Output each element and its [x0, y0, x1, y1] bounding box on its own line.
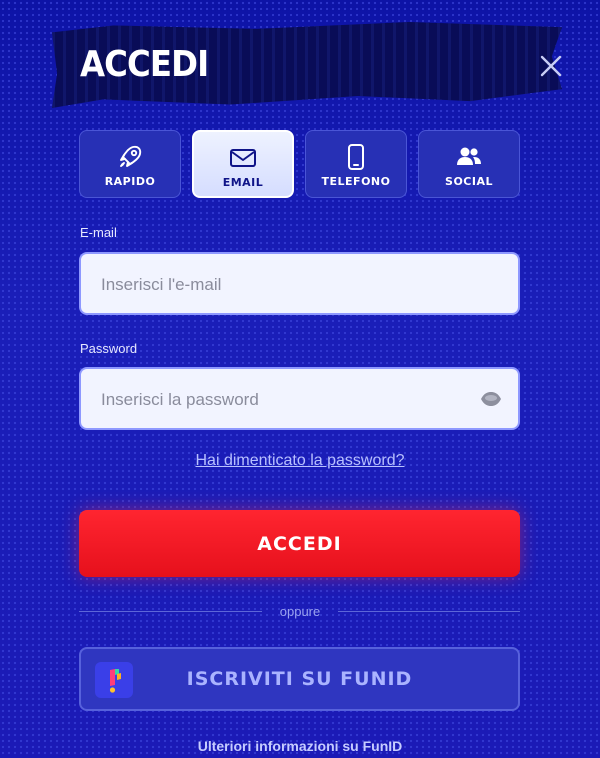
funid-more-info-link[interactable]: Ulteriori informazioni su FunID	[0, 738, 600, 754]
funid-signup-button[interactable]: ISCRIVITI SU FUNID	[79, 647, 520, 711]
email-label: E-mail	[80, 225, 117, 240]
tab-label: SOCIAL	[445, 175, 493, 188]
close-button[interactable]	[538, 53, 564, 79]
email-field-container	[79, 252, 520, 315]
forgot-password-link[interactable]: Hai dimenticato la password?	[196, 452, 405, 469]
funid-signup-label: ISCRIVITI SU FUNID	[186, 668, 413, 690]
tab-telefono[interactable]: TELEFONO	[305, 130, 407, 198]
tab-email[interactable]: EMAIL	[192, 130, 294, 198]
envelope-icon	[229, 144, 257, 172]
page-title: ACCEDI	[80, 44, 209, 85]
close-icon	[540, 55, 562, 77]
login-submit-label: ACCEDI	[257, 533, 342, 555]
password-label: Password	[80, 341, 138, 356]
password-field-container	[79, 367, 520, 430]
phone-icon	[342, 143, 370, 171]
password-input[interactable]	[99, 369, 473, 430]
email-input[interactable]	[99, 254, 473, 315]
eye-icon	[481, 392, 501, 406]
divider-line-right	[338, 611, 520, 612]
tab-label: EMAIL	[222, 176, 264, 189]
rocket-icon	[116, 143, 144, 171]
forgot-password-link-row: Hai dimenticato la password?	[0, 452, 600, 470]
show-password-toggle[interactable]	[480, 389, 502, 409]
tab-label: TELEFONO	[321, 175, 391, 188]
login-method-tabs: RAPIDO EMAIL TELEFONO SOCIAL	[79, 130, 520, 200]
tab-label: RAPIDO	[104, 175, 156, 188]
login-submit-button[interactable]: ACCEDI	[79, 510, 520, 577]
tab-social[interactable]: SOCIAL	[418, 130, 520, 198]
users-icon	[455, 143, 483, 171]
tab-rapido[interactable]: RAPIDO	[79, 130, 181, 198]
